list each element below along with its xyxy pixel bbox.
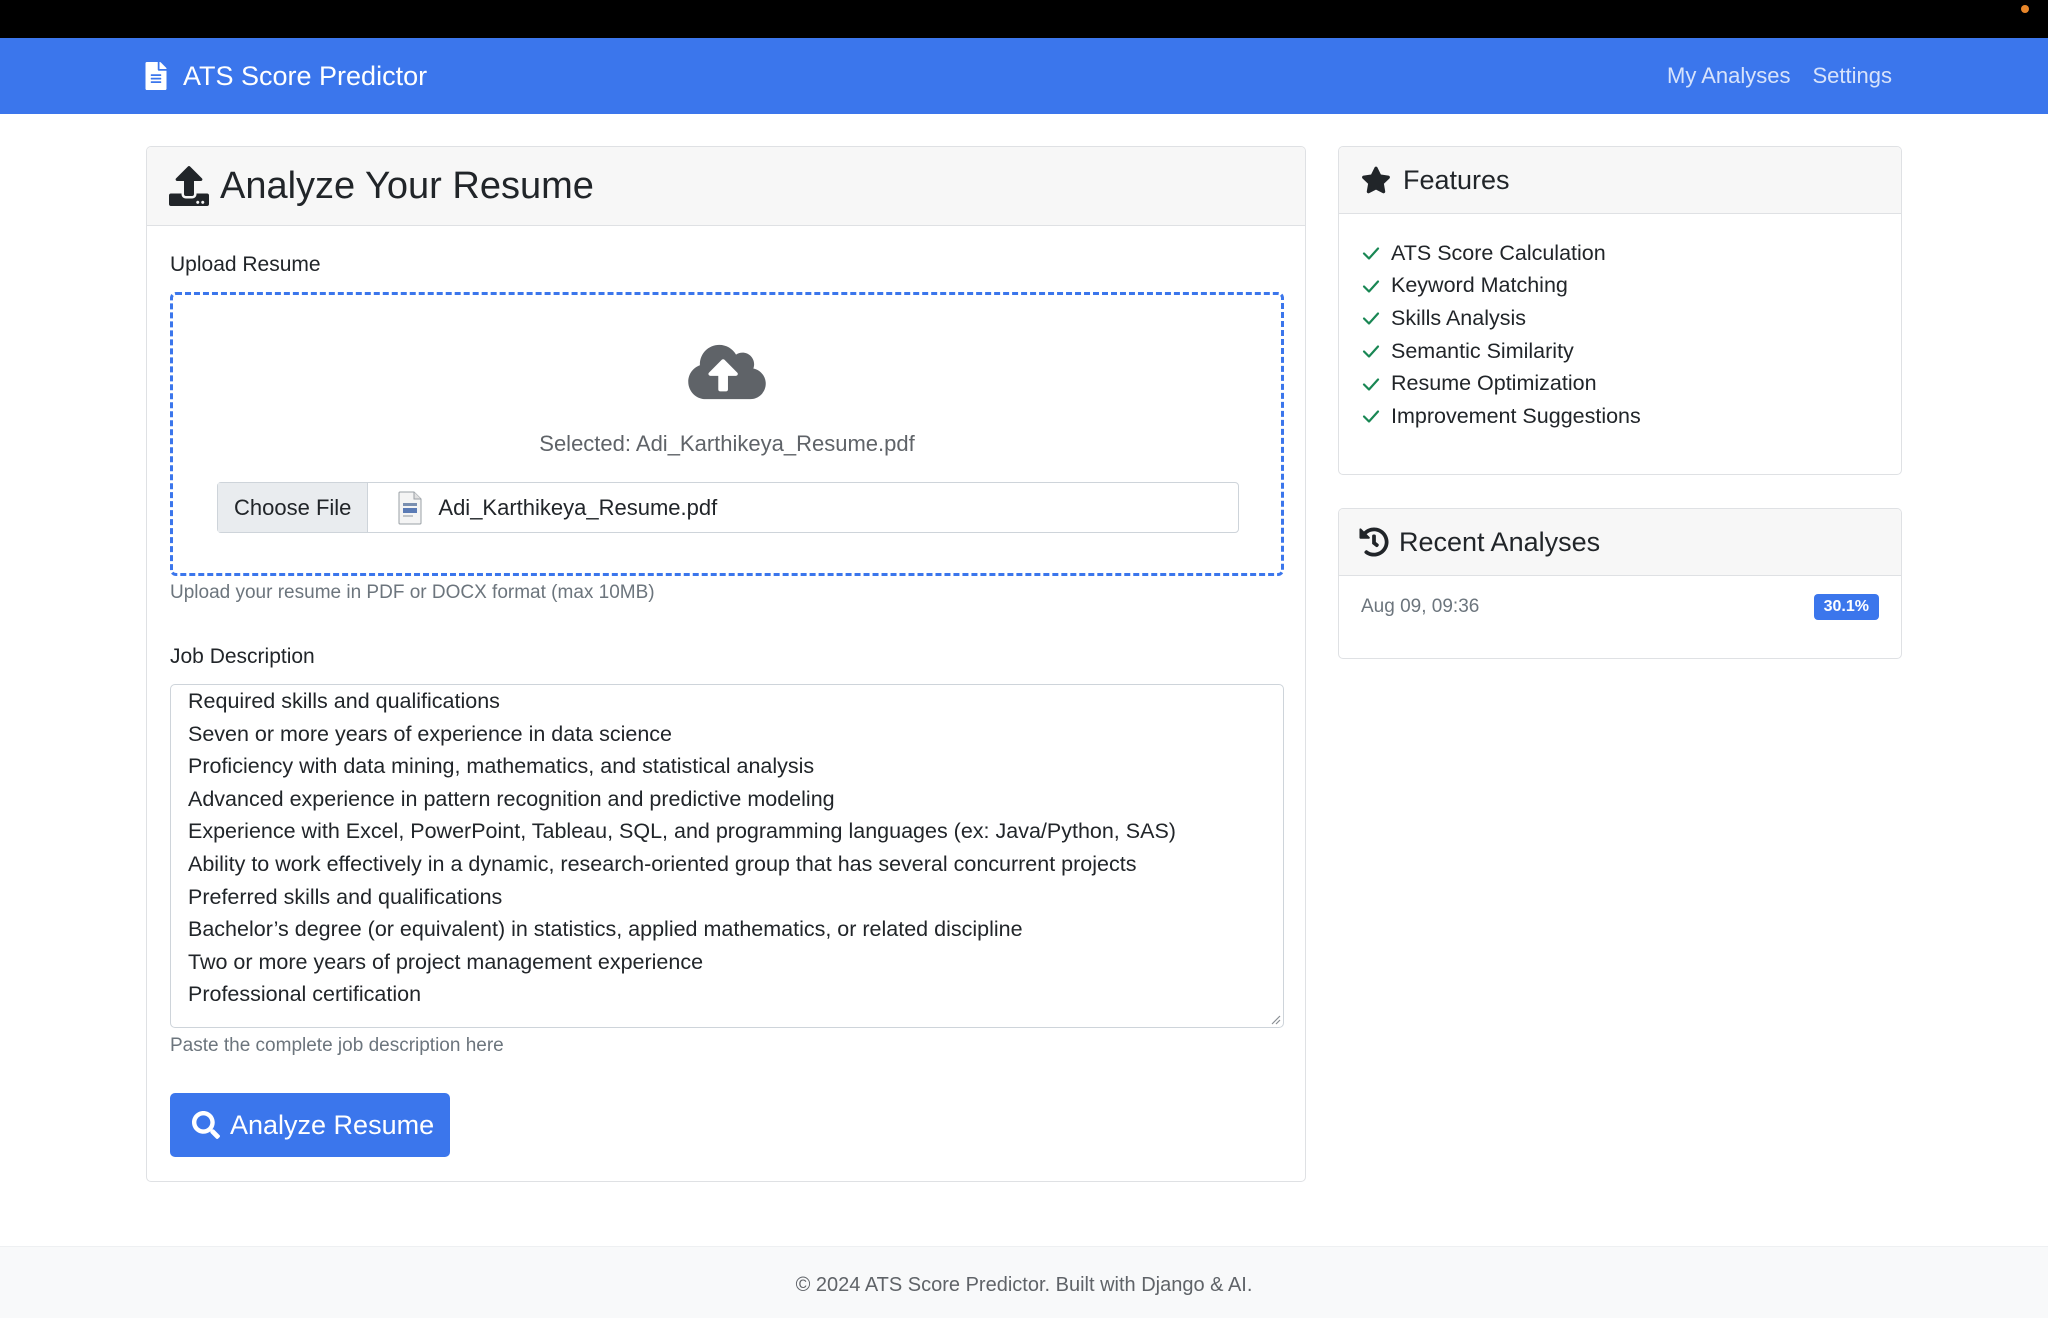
upload-resume-label: Upload Resume: [170, 253, 321, 276]
analyze-card-title: Analyze Your Resume: [220, 164, 594, 207]
jd-line: Two or more years of project management …: [188, 949, 704, 974]
resize-grip-icon[interactable]: [1269, 1013, 1281, 1025]
check-icon: [1362, 378, 1380, 391]
recent-analysis-item[interactable]: Aug 09, 09:36 30.1%: [1361, 589, 1879, 625]
resume-file-input[interactable]: Choose File Adi_Karthikeya_Resume.pdf: [217, 482, 1239, 533]
upload-help-text: Upload your resume in PDF or DOCX format…: [170, 582, 655, 603]
feature-item: Semantic Similarity: [1361, 335, 1641, 368]
feature-item: Skills Analysis: [1361, 302, 1641, 335]
os-top-bar: [0, 0, 2048, 38]
recent-analyses-header: Recent Analyses: [1339, 509, 1901, 576]
jd-line: Seven or more years of experience in dat…: [188, 721, 673, 746]
check-icon: [1362, 312, 1380, 326]
footer: © 2024 ATS Score Predictor. Built with D…: [0, 1246, 2048, 1318]
features-list: ATS Score Calculation Keyword Matching S…: [1361, 237, 1641, 433]
check-icon: [1362, 247, 1380, 260]
job-description-help-text: Paste the complete job description here: [170, 1035, 504, 1056]
feature-item: ATS Score Calculation: [1361, 237, 1641, 270]
analyze-resume-button[interactable]: Analyze Resume: [170, 1093, 450, 1157]
feature-item: Improvement Suggestions: [1361, 400, 1641, 433]
feature-label: Improvement Suggestions: [1391, 403, 1641, 428]
jd-line: Experience with Excel, PowerPoint, Table…: [188, 819, 1176, 844]
jd-line: Bachelor’s degree (or equivalent) in sta…: [188, 917, 1023, 942]
brand-link[interactable]: ATS Score Predictor: [145, 38, 427, 114]
jd-line: Proficiency with data mining, mathematic…: [188, 754, 815, 779]
jd-line: Advanced experience in pattern recogniti…: [188, 786, 835, 811]
feature-label: Semantic Similarity: [1391, 338, 1574, 363]
star-icon: [1362, 166, 1390, 194]
pdf-file-icon: [398, 491, 422, 524]
feature-label: Resume Optimization: [1391, 371, 1597, 396]
navbar: ATS Score Predictor My Analyses Settings: [0, 38, 2048, 114]
analysis-date: Aug 09, 09:36: [1361, 596, 1480, 617]
feature-item: Keyword Matching: [1361, 270, 1641, 303]
jd-line: Ability to work effectively in a dynamic…: [188, 851, 1137, 876]
check-icon: [1362, 410, 1380, 423]
recent-analyses-title: Recent Analyses: [1399, 526, 1601, 557]
selected-file-text: Selected: Adi_Karthikeya_Resume.pdf: [539, 431, 915, 456]
check-icon: [1362, 345, 1380, 358]
analyze-card: Analyze Your Resume Upload Resume Select…: [146, 146, 1306, 1182]
analyze-resume-label: Analyze Resume: [230, 1109, 435, 1140]
upload-dropzone[interactable]: Selected: Adi_Karthikeya_Resume.pdf Choo…: [170, 292, 1284, 576]
brand-title: ATS Score Predictor: [183, 60, 428, 91]
features-card-header: Features: [1339, 147, 1901, 214]
check-icon: [1362, 280, 1380, 293]
search-icon: [192, 1111, 220, 1139]
document-icon: [145, 62, 167, 90]
recent-analyses-card: Recent Analyses Aug 09, 09:36 30.1%: [1338, 508, 1902, 659]
selected-file-name: Adi_Karthikeya_Resume.pdf: [438, 494, 718, 520]
job-description-textarea[interactable]: Required skills and qualifications Seven…: [170, 684, 1284, 1028]
jd-line: Preferred skills and qualifications: [188, 884, 503, 909]
footer-text: © 2024 ATS Score Predictor. Built with D…: [795, 1274, 1253, 1296]
score-badge: 30.1%: [1813, 594, 1879, 620]
feature-item: Resume Optimization: [1361, 367, 1641, 400]
feature-label: Skills Analysis: [1391, 305, 1527, 330]
job-description-label: Job Description: [170, 645, 315, 668]
analyze-card-header: Analyze Your Resume: [147, 147, 1305, 226]
feature-label: ATS Score Calculation: [1391, 240, 1606, 265]
features-card: Features ATS Score Calculation Keyword M…: [1338, 146, 1902, 475]
feature-label: Keyword Matching: [1391, 273, 1568, 298]
choose-file-button[interactable]: Choose File: [218, 483, 369, 532]
nav-link-my-analyses[interactable]: My Analyses: [1667, 63, 1791, 89]
nav-link-settings[interactable]: Settings: [1813, 63, 1893, 89]
jd-line: Professional certification: [188, 982, 422, 1007]
nav-links: My Analyses Settings: [1645, 38, 1892, 114]
history-icon: [1359, 527, 1389, 557]
jd-line: Required skills and qualifications: [188, 689, 500, 713]
cloud-upload-icon: [688, 344, 766, 400]
upload-icon: [169, 166, 209, 206]
camera-indicator: [2021, 5, 2029, 13]
features-title: Features: [1403, 164, 1510, 195]
job-description-content: Required skills and qualifications Seven…: [188, 685, 1176, 1011]
